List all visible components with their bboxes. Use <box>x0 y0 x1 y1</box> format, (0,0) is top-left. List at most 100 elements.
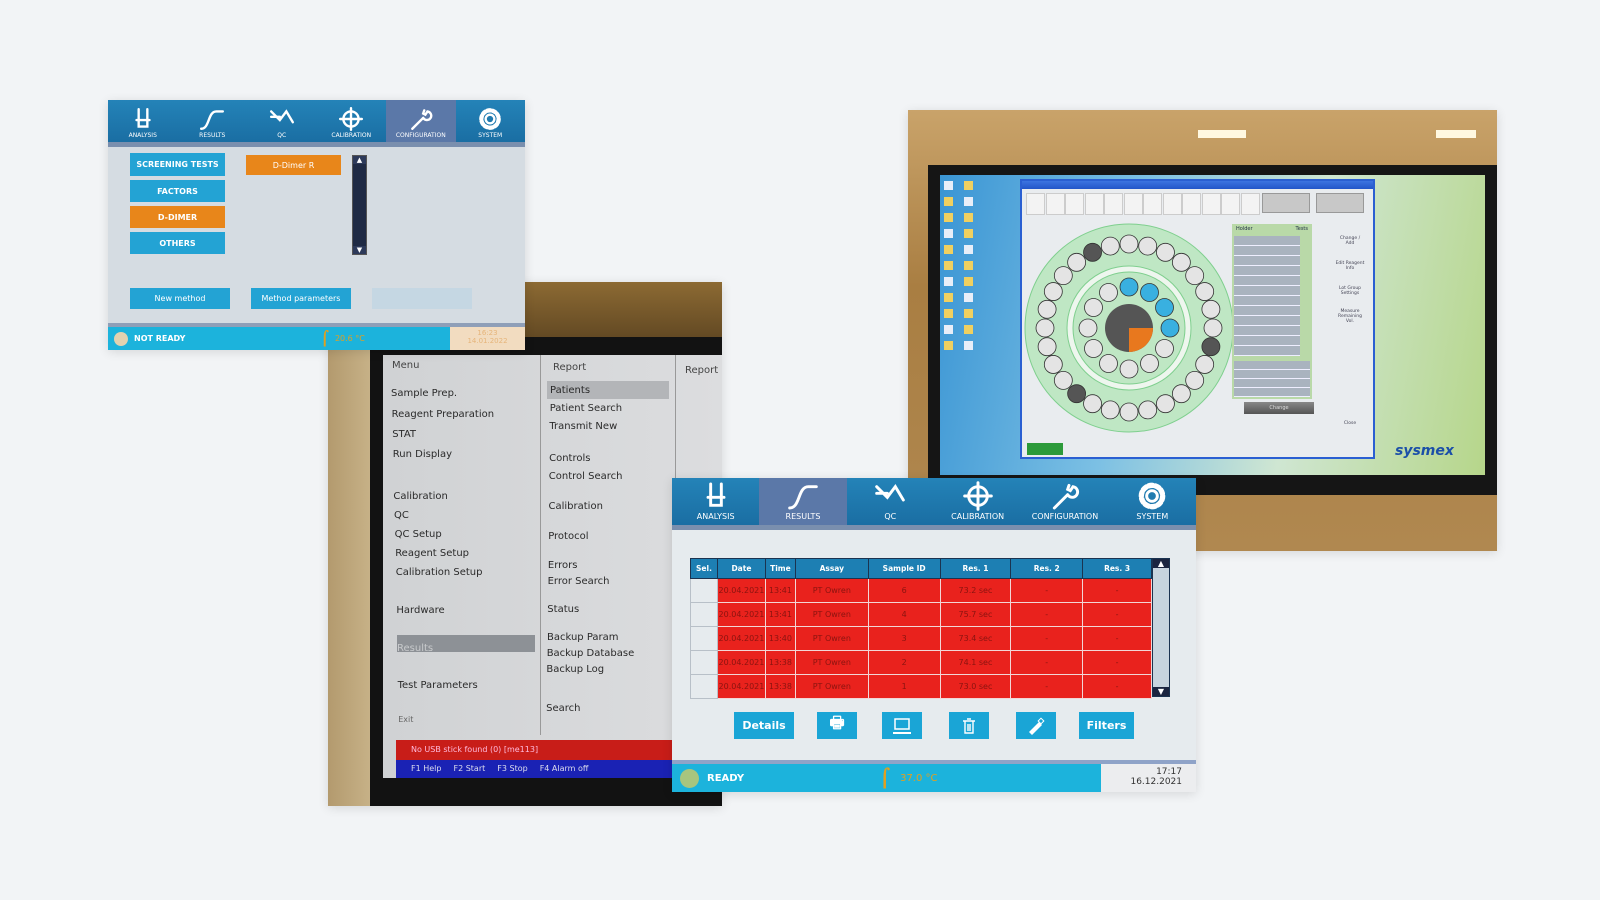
toolbar-button[interactable] <box>1162 193 1182 215</box>
edit-reagent-info-button[interactable]: Edit Reagent Info <box>1335 261 1365 271</box>
holder-tab[interactable]: Holder <box>1236 226 1253 232</box>
table-row[interactable]: 20.04.2021 13:41 PT Owren 4 75.7 sec - - <box>690 602 1152 627</box>
delete-button[interactable] <box>949 712 989 739</box>
column-header[interactable]: Time <box>764 558 796 579</box>
report-item[interactable]: Control Search <box>549 471 623 482</box>
scroll-up-icon[interactable]: ▲ <box>1153 559 1169 568</box>
report-item[interactable]: Calibration <box>549 501 603 512</box>
export-pc-button[interactable] <box>882 712 922 739</box>
tab-system[interactable]: SYSTEM <box>456 100 526 142</box>
report-item[interactable]: Transmit New <box>549 421 617 432</box>
report-item[interactable]: Protocol <box>548 531 588 542</box>
table-row[interactable]: 20.04.2021 13:38 PT Owren 2 74.1 sec - - <box>690 650 1152 675</box>
menu-item[interactable]: STAT <box>392 429 416 440</box>
tab-results[interactable]: RESULTS <box>759 478 847 525</box>
close-button[interactable]: Close <box>1335 421 1365 426</box>
toolbar-button[interactable] <box>1221 193 1240 215</box>
column-header[interactable]: Res. 2 <box>1010 558 1084 579</box>
change-button[interactable]: Change <box>1244 402 1314 414</box>
report-item[interactable]: Backup Param <box>547 632 619 643</box>
method-parameters-button[interactable]: Method parameters <box>251 288 351 309</box>
desktop-icon[interactable] <box>944 261 953 270</box>
category-d-dimer[interactable]: D-DIMER <box>130 206 225 228</box>
menu-item[interactable]: Reagent Setup <box>395 548 469 559</box>
desktop-icon[interactable] <box>964 229 973 238</box>
desktop-icon[interactable] <box>964 181 973 190</box>
desktop-icon[interactable] <box>964 213 973 222</box>
menu-item[interactable]: Results <box>397 643 433 654</box>
desktop-icon[interactable] <box>944 181 953 190</box>
menu-item[interactable]: Reagent Preparation <box>392 409 495 420</box>
desktop-icon[interactable] <box>964 245 973 254</box>
scroll-up-icon[interactable]: ▲ <box>353 156 366 164</box>
report-item[interactable]: Backup Database <box>547 648 635 659</box>
toolbar-button[interactable] <box>1104 193 1123 215</box>
toolbar-button[interactable] <box>1143 193 1162 215</box>
menu-item[interactable]: QC Setup <box>395 529 442 540</box>
report-item[interactable]: Controls <box>549 453 590 464</box>
menu-item[interactable]: QC <box>394 510 409 521</box>
f2-start[interactable]: F2 Start <box>453 764 485 778</box>
measure-remaining-vol-button[interactable]: Measure Remaining Vol. <box>1335 309 1365 324</box>
toolbar-button[interactable] <box>1240 193 1260 215</box>
tab-qc[interactable]: QC <box>247 100 317 142</box>
tab-analysis[interactable]: ANALYSIS <box>672 478 759 525</box>
menu-item[interactable]: Run Display <box>393 449 452 460</box>
table-row[interactable]: 20.04.2021 13:40 PT Owren 3 73.4 sec - - <box>690 626 1152 651</box>
toolbar-button[interactable] <box>1182 193 1201 215</box>
lot-group-settings-button[interactable]: Lot Group Settings <box>1335 286 1365 296</box>
tab-configuration[interactable]: CONFIGURATION <box>1021 478 1108 525</box>
change-add-button[interactable]: Change / Add <box>1335 236 1365 246</box>
desktop-icon[interactable] <box>944 213 953 222</box>
toolbar-button[interactable] <box>1045 193 1065 215</box>
stop-button[interactable] <box>1262 193 1310 213</box>
tab-system[interactable]: SYSTEM <box>1109 478 1196 525</box>
report-item[interactable]: Errors <box>548 560 578 571</box>
toolbar-button[interactable] <box>1026 193 1045 215</box>
tab-results[interactable]: RESULTS <box>178 100 248 142</box>
report-item[interactable]: Error Search <box>548 576 610 587</box>
table-row[interactable]: 20.04.2021 13:38 PT Owren 1 73.0 sec - - <box>690 674 1152 699</box>
column-header[interactable]: Res. 3 <box>1082 558 1152 579</box>
menu-item[interactable]: Test Parameters <box>398 680 478 691</box>
desktop-icon[interactable] <box>944 197 953 206</box>
menu-item[interactable]: Sample Prep. <box>391 388 457 399</box>
table-scrollbar[interactable]: ▲ ▼ <box>1152 558 1170 697</box>
tab-calibration[interactable]: CALIBRATION <box>934 478 1021 525</box>
report-item[interactable]: Backup Log <box>546 664 604 675</box>
tests-tab[interactable]: Tests <box>1296 226 1308 232</box>
filters-button[interactable]: Filters <box>1079 712 1134 739</box>
select-cell[interactable] <box>690 626 718 651</box>
table-row[interactable]: 20.04.2021 13:41 PT Owren 6 73.2 sec - - <box>690 578 1152 603</box>
category-others[interactable]: OTHERS <box>130 232 225 254</box>
desktop-icon[interactable] <box>944 277 953 286</box>
select-cell[interactable] <box>690 578 718 603</box>
desktop-icon[interactable] <box>964 293 973 302</box>
report-item[interactable]: Patient Search <box>550 403 622 414</box>
new-method-button[interactable]: New method <box>130 288 230 309</box>
category-factors[interactable]: FACTORS <box>130 180 225 202</box>
menu-item[interactable]: Calibration Setup <box>396 567 483 578</box>
tab-qc[interactable]: QC <box>847 478 934 525</box>
tab-analysis[interactable]: ANALYSIS <box>108 100 178 142</box>
desktop-icon[interactable] <box>944 229 953 238</box>
column-header[interactable]: Date <box>716 558 766 579</box>
tab-configuration[interactable]: CONFIGURATION <box>386 100 456 142</box>
desktop-icon[interactable] <box>964 309 973 318</box>
toolbar-button[interactable] <box>1201 193 1221 215</box>
desktop-icon[interactable] <box>944 325 953 334</box>
toolbar-button[interactable] <box>1123 193 1143 215</box>
scroll-down-icon[interactable]: ▼ <box>1153 687 1169 696</box>
print-button[interactable]: 🖶 <box>817 712 857 739</box>
menu-item[interactable]: Calibration <box>393 491 447 502</box>
usb-export-button[interactable] <box>1016 712 1056 739</box>
report-item[interactable]: Status <box>547 604 579 615</box>
desktop-icon[interactable] <box>944 293 953 302</box>
select-cell[interactable] <box>690 674 718 699</box>
column-header[interactable]: Sel. <box>690 558 718 579</box>
desktop-icon[interactable] <box>964 325 973 334</box>
f3-stop[interactable]: F3 Stop <box>497 764 527 778</box>
desktop-icon[interactable] <box>964 341 973 350</box>
column-header[interactable]: Sample ID <box>867 558 941 579</box>
scroll-down-icon[interactable]: ▼ <box>353 246 366 254</box>
